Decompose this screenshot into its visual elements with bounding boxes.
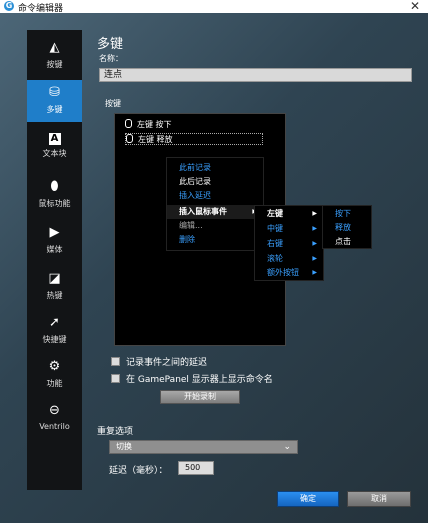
sidebar-item-mouse[interactable]: ⬮ 鼠标功能 xyxy=(27,174,82,216)
submenu-item-extra[interactable]: 额外按钮 xyxy=(255,266,323,280)
checkbox-box[interactable] xyxy=(111,357,120,366)
menu-item-record-before[interactable]: 此前记录 xyxy=(167,161,263,175)
sidebar-item-label: 媒体 xyxy=(46,245,63,254)
sidebar-item-label: 文本块 xyxy=(42,149,67,158)
menu-item-edit[interactable]: 编辑... xyxy=(167,219,263,233)
list-item[interactable]: 左键 按下 xyxy=(125,119,172,131)
list-item[interactable]: 左键 释放 xyxy=(125,133,263,145)
headset-icon: ⊖ xyxy=(49,403,60,418)
sidebar-item-label: 鼠标功能 xyxy=(38,199,71,208)
checkbox-box[interactable] xyxy=(111,374,120,383)
chevron-down-icon: ⌄ xyxy=(283,442,291,452)
sidebar-item-label: 功能 xyxy=(46,379,63,388)
sidebar-item-multikey[interactable]: ⛁ 多键 xyxy=(27,80,82,122)
sidebar-item-label: 按键 xyxy=(46,60,63,69)
sidebar-item-function[interactable]: ⚙ 功能 xyxy=(27,354,82,396)
menu-item-insert-mouse-event[interactable]: 插入鼠标事件 xyxy=(167,205,263,219)
key-row-text: 左键 按下 xyxy=(137,120,172,129)
repeat-options-label: 重复选项 xyxy=(97,427,134,437)
gear-icon: ⚙ xyxy=(48,359,61,374)
repeat-select-value: 切换 xyxy=(116,442,132,451)
checkbox-label: 记录事件之间的延迟 xyxy=(126,358,208,368)
sidebar-item-label: 多键 xyxy=(46,105,63,114)
record-delays-checkbox[interactable]: 记录事件之间的延迟 xyxy=(111,355,207,368)
arrow-icon: ➚ xyxy=(49,315,60,330)
mouse-button-submenu: 左键 中键 右键 滚轮 额外按钮 xyxy=(254,205,324,281)
menu-item-delete[interactable]: 删除 xyxy=(167,233,263,247)
context-menu: 此前记录 此后记录 插入延迟 插入鼠标事件 编辑... 删除 xyxy=(166,157,264,251)
submenu-item-right[interactable]: 右键 xyxy=(255,237,323,251)
menu-item-insert-delay[interactable]: 插入延迟 xyxy=(167,189,263,203)
keycap-icon: ◭ xyxy=(49,40,60,55)
title-bar: G 命令编辑器 ✕ xyxy=(0,0,428,14)
letter-a-icon: A xyxy=(48,133,61,145)
play-icon: ▶ xyxy=(49,225,60,240)
logitech-logo-icon: G xyxy=(4,1,14,11)
key-row-text: 左键 释放 xyxy=(138,135,173,144)
menu-item-record-after[interactable]: 此后记录 xyxy=(167,175,263,189)
sidebar-item-hotkey[interactable]: ◪ 热键 xyxy=(27,266,82,308)
name-input[interactable]: 连点 xyxy=(99,68,412,82)
mouse-action-submenu: 按下 释放 点击 xyxy=(322,205,372,249)
hotkey-icon: ◪ xyxy=(48,271,61,286)
sidebar: ◭ 按键 ⛁ 多键 A 文本块 ⬮ 鼠标功能 ▶ 媒体 ◪ 热键 ➚ 快捷键 ⚙ xyxy=(27,30,82,490)
submenu-item-middle[interactable]: 中键 xyxy=(255,222,323,236)
submenu-item-left[interactable]: 左键 xyxy=(255,207,323,221)
submenu-item-press[interactable]: 按下 xyxy=(323,207,371,221)
multikey-icon: ⛁ xyxy=(49,85,60,100)
name-label: 名称： xyxy=(99,54,123,63)
sidebar-item-label: 热键 xyxy=(46,291,63,300)
command-editor-window: ◭ 按键 ⛁ 多键 A 文本块 ⬮ 鼠标功能 ▶ 媒体 ◪ 热键 ➚ 快捷键 ⚙ xyxy=(0,13,428,523)
sidebar-item-textblock[interactable]: A 文本块 xyxy=(27,128,82,170)
show-gamepanel-checkbox[interactable]: 在 GamePanel 显示器上显示命令名 xyxy=(111,372,273,385)
submenu-item-release[interactable]: 释放 xyxy=(323,221,371,235)
submenu-item-wheel[interactable]: 滚轮 xyxy=(255,252,323,266)
submenu-item-click[interactable]: 点击 xyxy=(323,235,371,249)
delay-input[interactable]: 500 xyxy=(178,461,214,475)
sidebar-item-label: Ventrilo xyxy=(39,422,70,431)
sidebar-item-label: 快捷键 xyxy=(42,335,67,344)
keys-label: 按键 xyxy=(105,99,121,108)
sidebar-item-ventrilo[interactable]: ⊖ Ventrilo xyxy=(27,398,82,440)
repeat-select[interactable]: 切换 ⌄ xyxy=(109,440,298,454)
sidebar-item-shortcut[interactable]: ➚ 快捷键 xyxy=(27,310,82,352)
checkbox-label: 在 GamePanel 显示器上显示命令名 xyxy=(126,375,273,385)
close-icon[interactable]: ✕ xyxy=(410,0,420,13)
sidebar-item-keys[interactable]: ◭ 按键 xyxy=(27,35,82,77)
ok-button[interactable]: 确定 xyxy=(277,491,339,507)
cancel-button[interactable]: 取消 xyxy=(347,491,411,507)
start-recording-button[interactable]: 开始录制 xyxy=(160,390,240,404)
page-title: 多键 xyxy=(97,37,124,52)
delay-label: 延迟（毫秒）： xyxy=(109,466,168,476)
mouse-icon xyxy=(126,134,133,143)
sidebar-item-media[interactable]: ▶ 媒体 xyxy=(27,220,82,262)
mouse-icon: ⬮ xyxy=(50,179,59,194)
mouse-icon xyxy=(125,119,132,128)
